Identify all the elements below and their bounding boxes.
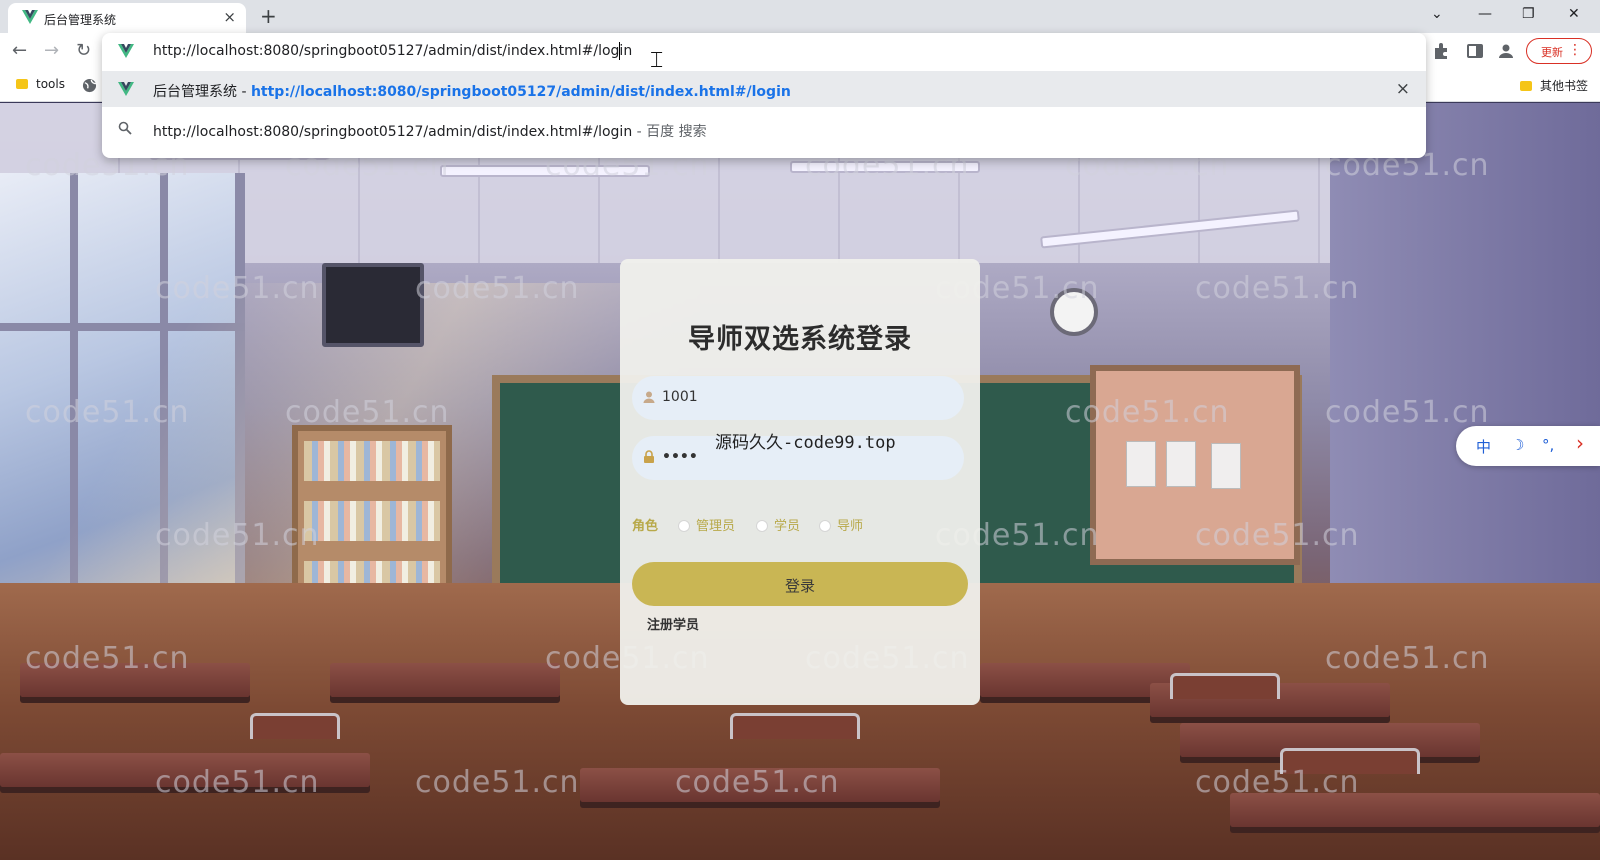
ime-toolbar[interactable]: 中 ☽ °, › <box>1456 426 1600 466</box>
radio-circle <box>678 520 690 532</box>
user-icon <box>643 391 655 403</box>
update-label: 更新 <box>1541 46 1563 59</box>
address-bar[interactable]: http://localhost:8080/springboot05127/ad… <box>102 33 1426 69</box>
chair <box>250 713 340 739</box>
watermark: code51.cn <box>155 271 320 306</box>
suggestion-text: 后台管理系统 - http://localhost:8080/springboo… <box>153 81 791 101</box>
role-option-label: 导师 <box>837 519 864 534</box>
username-value: 1001 <box>662 389 698 405</box>
login-button-label: 登录 <box>784 578 815 595</box>
bookmark-label: tools <box>36 77 65 91</box>
globe-icon[interactable] <box>82 78 97 93</box>
chair <box>1170 673 1280 699</box>
back-button[interactable]: ← <box>12 41 27 61</box>
desk <box>330 663 560 697</box>
tab-strip: 后台管理系统 × + ⌄ — ❐ ✕ <box>0 0 1600 33</box>
radio-circle <box>819 520 831 532</box>
watermark: code51.cn <box>415 765 580 800</box>
watermark: code51.cn <box>1325 641 1490 676</box>
login-card: 导师双选系统登录 1001 •••• 角色 管理员 学员 导师 登录 注册学员 <box>620 259 980 705</box>
suggestion-row-search[interactable]: http://localhost:8080/springboot05127/ad… <box>102 109 1426 149</box>
vue-favicon-icon <box>22 10 38 24</box>
watermark: code51.cn <box>25 641 190 676</box>
folder-icon <box>1520 81 1532 91</box>
vue-favicon-icon <box>118 44 134 58</box>
role-radio-admin[interactable]: 管理员 <box>678 515 735 534</box>
reload-button[interactable]: ↻ <box>76 41 91 61</box>
folder-icon <box>16 79 28 89</box>
login-button[interactable]: 登录 <box>632 562 968 606</box>
source-watermark-text: 源码久久-code99.top <box>715 433 896 453</box>
profile-icon[interactable] <box>1497 42 1515 60</box>
search-icon <box>118 121 132 135</box>
tab-search-icon[interactable]: ⌄ <box>1431 6 1443 22</box>
ime-moon-icon[interactable]: ☽ <box>1511 436 1524 454</box>
ime-arrow-icon[interactable]: › <box>1576 431 1584 455</box>
search-query: http://localhost:8080/springboot05127/ad… <box>153 124 633 140</box>
suggestion-title: 后台管理系统 <box>153 84 237 100</box>
bookmark-label: 其他书签 <box>1540 79 1589 93</box>
close-window-button[interactable]: ✕ <box>1568 6 1580 22</box>
search-engine-suffix: - 百度 搜索 <box>632 124 707 140</box>
minimize-button[interactable]: — <box>1478 6 1492 22</box>
ibeam-cursor-icon: ⌶ <box>650 48 664 73</box>
update-button[interactable]: 更新 ⋮ <box>1526 38 1592 64</box>
menu-dots-icon: ⋮ <box>1568 42 1582 58</box>
watermark: code51.cn <box>1325 395 1490 430</box>
role-radio-student[interactable]: 学员 <box>756 515 800 534</box>
address-input[interactable]: http://localhost:8080/springboot05127/ad… <box>153 43 632 59</box>
side-panel-icon[interactable] <box>1466 42 1484 60</box>
watermark: code51.cn <box>155 765 320 800</box>
suggestion-separator: - <box>237 84 251 100</box>
suggestion-url: http://localhost:8080/springboot05127/ad… <box>250 84 791 100</box>
username-field[interactable]: 1001 <box>632 376 964 420</box>
watermark: code51.cn <box>155 518 320 553</box>
watermark: code51.cn <box>1195 765 1360 800</box>
chair <box>730 713 860 739</box>
suggestion-row-history[interactable]: 后台管理系统 - http://localhost:8080/springboo… <box>102 71 1426 107</box>
watermark: code51.cn <box>285 395 450 430</box>
watermark: code51.cn <box>1065 395 1230 430</box>
extensions-puzzle-icon[interactable] <box>1432 42 1450 60</box>
restore-button[interactable]: ❐ <box>1522 6 1535 22</box>
watermark: code51.cn <box>25 395 190 430</box>
classroom-tv <box>322 263 424 347</box>
vue-favicon-icon <box>118 82 134 96</box>
password-value: •••• <box>662 449 698 465</box>
ime-punctuation-icon[interactable]: °, <box>1542 436 1554 454</box>
watermark: code51.cn <box>675 765 840 800</box>
register-student-link[interactable]: 注册学员 <box>647 614 699 633</box>
new-tab-button[interactable]: + <box>260 5 277 27</box>
role-option-label: 学员 <box>774 519 801 534</box>
tab-close-icon[interactable]: × <box>223 8 236 26</box>
watermark: code51.cn <box>1195 271 1360 306</box>
tab-title: 后台管理系统 <box>44 13 117 27</box>
role-label: 角色 <box>632 519 659 534</box>
remove-suggestion-icon[interactable]: × <box>1396 79 1410 99</box>
ime-language-toggle[interactable]: 中 <box>1476 436 1491 457</box>
forward-button[interactable]: → <box>44 41 59 61</box>
role-radio-tutor[interactable]: 导师 <box>819 515 863 534</box>
browser-tab[interactable]: 后台管理系统 × <box>8 3 246 33</box>
watermark: code51.cn <box>1195 518 1360 553</box>
bookmark-tools[interactable]: tools <box>16 77 65 91</box>
role-option-label: 管理员 <box>696 519 736 534</box>
text-caret <box>619 42 620 60</box>
radio-circle <box>756 520 768 532</box>
bookmark-other[interactable]: 其他书签 <box>1520 77 1588 94</box>
search-suggestion-text: http://localhost:8080/springboot05127/ad… <box>153 121 707 141</box>
omnibox-dropdown: http://localhost:8080/springboot05127/ad… <box>102 33 1426 158</box>
watermark: code51.cn <box>415 271 580 306</box>
lock-icon <box>644 450 654 463</box>
login-title: 导师双选系统登录 <box>688 324 912 355</box>
